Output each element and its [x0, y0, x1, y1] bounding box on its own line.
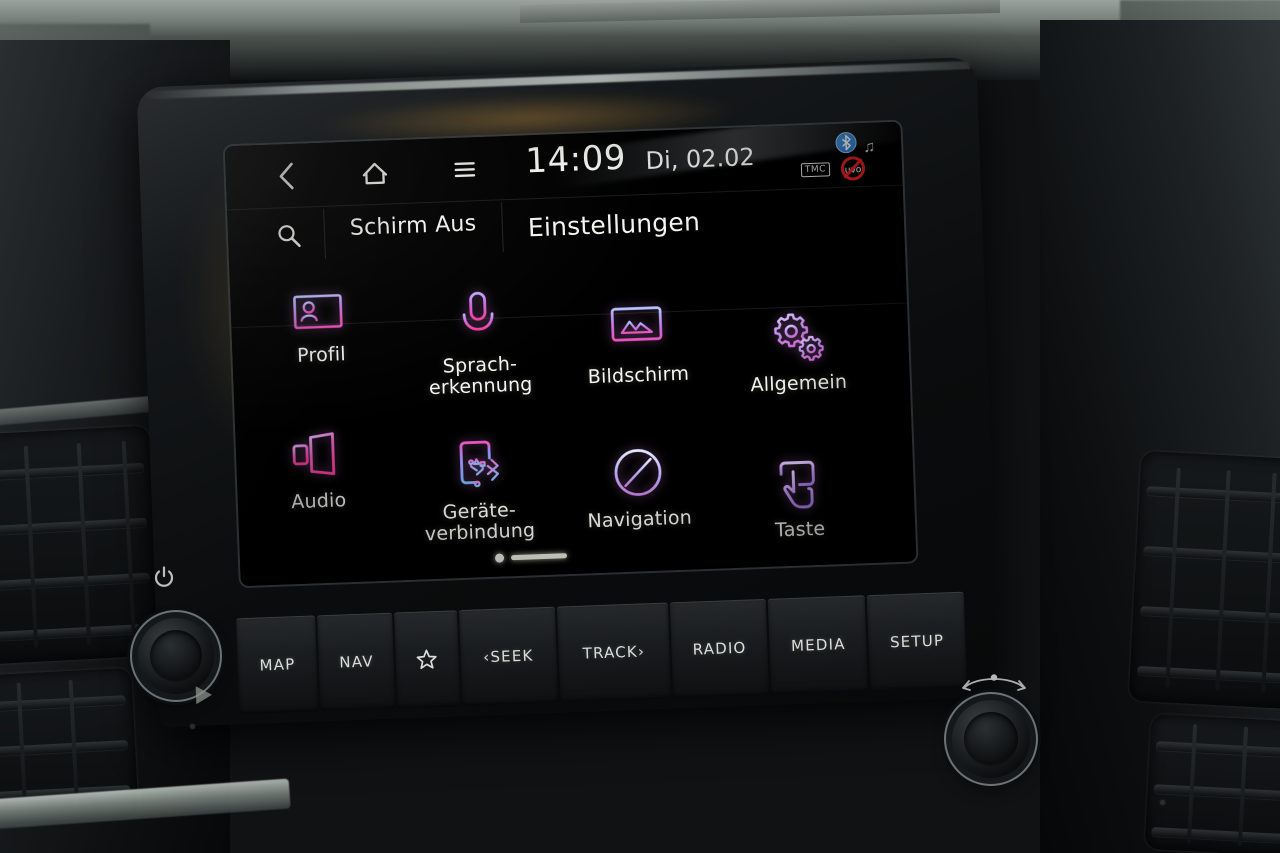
id-card-icon [288, 276, 352, 340]
gears-settings-icon [765, 304, 829, 368]
chevron-left-icon [279, 162, 294, 190]
home-button[interactable] [351, 150, 399, 196]
infotainment-screen[interactable]: 14:09 Di, 02.02 ♫ TMC Schirm Aus Einstel… [224, 121, 917, 587]
display-monitor-icon [605, 296, 669, 360]
grid-item-label: Navigation [587, 506, 693, 533]
grid-item-profil[interactable]: Profil [244, 274, 399, 411]
media-button[interactable]: MEDIA [768, 595, 869, 695]
status-icon-tray: ♫ TMC uvo [771, 126, 893, 194]
button-label: SETUP [889, 631, 945, 652]
grid-item-label: Bildschirm [587, 362, 690, 389]
grid-item-bildschirm[interactable]: Bildschirm [561, 295, 716, 432]
tmc-badge: TMC [800, 162, 831, 178]
button-label: MAP [259, 655, 296, 675]
power-icon [152, 565, 176, 589]
hamburger-menu-icon [454, 162, 476, 178]
knob-inner-face [150, 630, 202, 682]
uvo-disabled-icon: uvo [840, 155, 867, 187]
nav-button[interactable]: NAV [317, 612, 396, 712]
back-button[interactable] [263, 153, 311, 199]
button-label: RADIO [692, 638, 747, 659]
button-label: MEDIA [790, 635, 847, 655]
search-button[interactable] [263, 213, 315, 259]
car-dashboard-scene: 14:09 Di, 02.02 ♫ TMC Schirm Aus Einstel… [0, 0, 1280, 853]
hand-press-button-icon [766, 451, 830, 515]
hard-button-row: MAP NAV ‹SEEK TRACK› RADIO MEDIA SETUP [236, 591, 969, 715]
fascia-screw-right [1160, 800, 1165, 805]
head-unit-housing: 14:09 Di, 02.02 ♫ TMC Schirm Aus Einstel… [136, 56, 1000, 728]
tune-knob[interactable] [952, 700, 1030, 778]
page-title: Einstellungen [527, 207, 701, 243]
grid-item-audio[interactable]: Audio [241, 421, 396, 558]
button-label: TRACK› [582, 642, 646, 663]
air-vent-right-upper[interactable] [1128, 450, 1280, 710]
rotate-arrows-icon [958, 672, 1030, 696]
grid-item-taste[interactable]: Taste [722, 449, 877, 586]
grid-item-allgemein[interactable]: Allgemein [721, 303, 876, 440]
grid-item-label: Audio [290, 489, 347, 514]
fascia-screw-left [190, 724, 195, 729]
setup-button[interactable]: SETUP [867, 591, 968, 692]
phone-usb-bluetooth-icon [445, 432, 509, 496]
grid-item-label: Sprach-erkennung [428, 353, 533, 399]
button-label: ‹SEEK [482, 646, 534, 667]
compass-icon [606, 440, 670, 504]
page-bar-2[interactable] [510, 553, 568, 561]
bar-divider-2 [501, 202, 504, 253]
label-line-2: erkennung [428, 373, 533, 400]
grid-item-label: Profil [296, 343, 347, 367]
grid-item-label: Allgemein [750, 370, 848, 397]
bar-divider-1 [323, 208, 326, 259]
search-icon [278, 225, 301, 248]
grid-item-geraeteverbindung[interactable]: Geräte-verbindung [402, 431, 557, 568]
eject-triangle-icon [195, 685, 213, 705]
settings-icon-grid: Profil Sprach- erkennung Bildschirm Allg… [229, 250, 915, 565]
grid-item-label: Geräte-verbindung [424, 499, 536, 545]
track-button[interactable]: TRACK› [556, 602, 672, 703]
star-favorite-icon [416, 649, 438, 670]
air-vent-right-lower[interactable] [1144, 713, 1280, 853]
power-volume-knob[interactable] [138, 618, 214, 694]
page-dot-1[interactable] [494, 553, 505, 563]
home-icon [362, 162, 388, 185]
grid-item-spracherkennung[interactable]: Sprach-erkennung [402, 285, 557, 422]
radio-button[interactable]: RADIO [669, 598, 770, 699]
date-display: Di, 02.02 [645, 143, 756, 175]
microphone-icon [446, 286, 510, 350]
button-label: NAV [339, 652, 375, 672]
seek-button[interactable]: ‹SEEK [458, 606, 559, 707]
favorite-button[interactable] [394, 610, 460, 709]
grid-item-label: Taste [774, 517, 826, 542]
knob-inner-face [964, 712, 1018, 766]
map-button[interactable]: MAP [236, 615, 319, 715]
speaker-volume-icon [285, 422, 349, 486]
label-line-2: verbindung [424, 519, 536, 546]
air-vent-left-upper[interactable] [0, 425, 161, 665]
screen-off-button[interactable]: Schirm Aus [349, 211, 476, 241]
menu-button[interactable] [441, 147, 489, 193]
clock-display: 14:09 [524, 137, 627, 182]
